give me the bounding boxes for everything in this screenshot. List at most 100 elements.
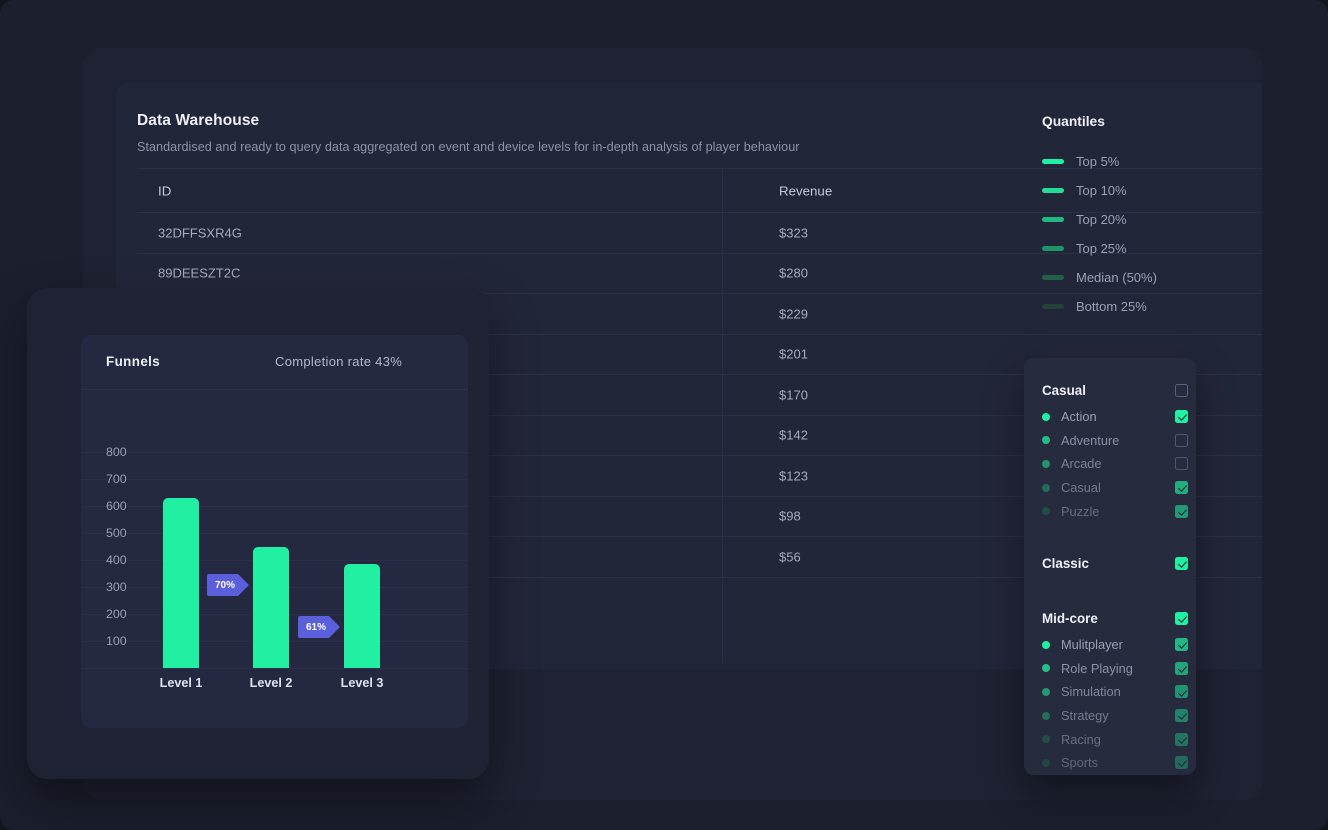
funnels-title: Funnels [106,354,161,369]
cell-revenue: $123 [779,468,808,484]
quantile-label: Top 20% [1076,212,1127,227]
filter-item-action[interactable]: Action [1042,405,1188,429]
filter-group-spacer [1042,578,1188,598]
filter-item-label: Adventure [1061,432,1120,448]
checkbox-casual-sub[interactable] [1175,481,1188,495]
gridline [81,506,468,507]
checkbox-classic[interactable] [1175,556,1188,570]
y-tick-label: 100 [106,634,127,648]
gridline [81,668,468,669]
column-header-id: ID [158,183,172,198]
genre-dot-icon [1042,687,1050,696]
filter-item-label: Casual [1061,480,1101,496]
y-tick-label: 800 [106,445,127,459]
x-axis-label-level-2: Level 2 [249,676,293,690]
quantile-swatch-icon [1042,304,1064,309]
app-background: Data Warehouse Standardised and ready to… [0,0,1328,830]
checkbox-casual[interactable] [1175,384,1188,397]
filter-group-label: Classic [1042,555,1089,571]
completion-rate-label: Completion rate 43% [275,354,403,369]
quantile-swatch-icon [1042,246,1064,251]
quantiles-legend: Quantiles Top 5% Top 10% Top 20% Top 25%… [1042,114,1252,321]
genre-filter-list: Casual Action Adventure Arcade Casual Pu… [1042,370,1188,775]
funnel-bar-chart: 800 700 600 500 400 300 200 100 70% 61% [81,390,468,671]
quantile-item-top-20[interactable]: Top 20% [1042,205,1252,234]
checkbox-strategy[interactable] [1175,709,1188,723]
gridline [81,452,468,453]
checkbox-simulation[interactable] [1175,685,1188,699]
quantile-item-top-25[interactable]: Top 25% [1042,234,1252,263]
filter-group-label: Mid-core [1042,610,1098,626]
quantile-swatch-icon [1042,159,1064,164]
checkbox-role-playing[interactable] [1175,661,1188,675]
genre-dot-icon [1042,436,1050,445]
genre-dot-icon [1042,412,1050,421]
bar-level-3[interactable] [344,564,380,668]
quantiles-title: Quantiles [1042,114,1105,129]
filter-item-arcade[interactable]: Arcade [1042,452,1188,476]
page-subtitle: Standardised and ready to query data agg… [137,140,800,154]
filter-item-strategy[interactable]: Strategy [1042,704,1188,728]
filter-item-role-playing[interactable]: Role Playing [1042,657,1188,681]
filter-item-multiplayer[interactable]: Mulitplayer [1042,633,1188,657]
cell-revenue: $280 [779,265,808,281]
checkbox-action[interactable] [1175,410,1188,424]
checkbox-racing[interactable] [1175,732,1188,746]
quantile-label: Median (50%) [1076,270,1157,285]
filter-item-label: Arcade [1061,456,1102,472]
genre-dot-icon [1042,483,1050,492]
filter-item-label: Simulation [1061,684,1121,700]
conversion-badge-61: 61% [298,616,340,638]
genre-dot-icon [1042,664,1050,673]
filter-item-racing[interactable]: Racing [1042,727,1188,751]
checkbox-midcore[interactable] [1175,611,1188,625]
gridline [81,479,468,480]
cell-revenue: $98 [779,508,801,524]
cell-id: 89DEESZT2C [158,265,241,281]
cell-revenue: $323 [779,225,808,241]
x-axis-label-level-3: Level 3 [340,676,384,690]
genre-filter-card: Casual Action Adventure Arcade Casual Pu… [1024,358,1196,775]
filter-group-casual[interactable]: Casual [1042,376,1188,405]
filter-item-sports[interactable]: Sports [1042,751,1188,775]
filter-item-label: Sports [1061,755,1098,771]
cell-revenue: $170 [779,387,808,403]
checkbox-adventure[interactable] [1175,433,1188,447]
quantile-item-top-5[interactable]: Top 5% [1042,147,1252,176]
quantile-label: Top 5% [1076,154,1120,169]
conversion-badge-label: 61% [306,621,327,633]
y-tick-label: 200 [106,607,127,621]
quantile-item-median[interactable]: Median (50%) [1042,263,1252,292]
quantile-label: Top 10% [1076,183,1127,198]
conversion-badge-70: 70% [207,574,249,596]
filter-group-classic[interactable]: Classic [1042,549,1188,578]
cell-revenue: $229 [779,306,808,322]
filter-item-casual[interactable]: Casual [1042,476,1188,500]
filter-item-label: Action [1061,409,1097,425]
quantile-swatch-icon [1042,217,1064,222]
filter-item-puzzle[interactable]: Puzzle [1042,499,1188,523]
filter-item-adventure[interactable]: Adventure [1042,429,1188,453]
filter-item-label: Strategy [1061,708,1109,724]
quantile-item-top-10[interactable]: Top 10% [1042,176,1252,205]
checkbox-arcade[interactable] [1175,457,1188,471]
filter-item-label: Racing [1061,731,1101,747]
filter-item-simulation[interactable]: Simulation [1042,680,1188,704]
quantile-swatch-icon [1042,188,1064,193]
filter-group-midcore[interactable]: Mid-core [1042,604,1188,633]
y-tick-label: 700 [106,472,127,486]
checkbox-puzzle[interactable] [1175,504,1188,518]
checkbox-sports[interactable] [1175,756,1188,770]
funnels-header: Funnels Completion rate 43% [81,335,468,390]
quantile-item-bottom-25[interactable]: Bottom 25% [1042,292,1252,321]
checkbox-multiplayer[interactable] [1175,638,1188,652]
quantile-swatch-icon [1042,275,1064,280]
bar-level-2[interactable] [253,547,289,668]
bar-level-1[interactable] [163,498,199,668]
y-tick-label: 500 [106,526,127,540]
conversion-badge-label: 70% [215,579,236,591]
genre-dot-icon [1042,640,1050,649]
quantile-label: Bottom 25% [1076,299,1147,314]
column-header-revenue: Revenue [779,183,833,198]
funnels-panel: Funnels Completion rate 43% 800 700 600 … [27,288,489,779]
